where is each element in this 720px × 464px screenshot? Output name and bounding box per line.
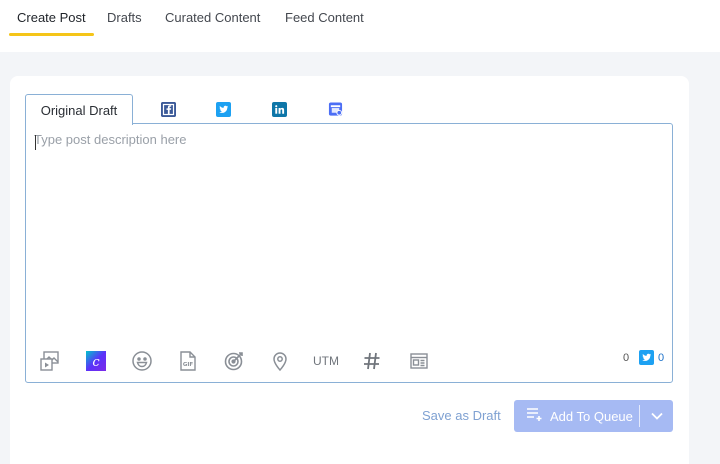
media-gallery-icon <box>39 350 61 372</box>
add-to-queue-label: Add To Queue <box>550 408 633 424</box>
gif-file-icon: GIF <box>178 350 198 372</box>
target-icon <box>223 350 245 372</box>
emoji-button[interactable] <box>129 348 155 374</box>
tab-original-draft[interactable]: Original Draft <box>25 94 133 125</box>
add-to-queue-button[interactable]: Add To Queue <box>514 400 673 432</box>
hashtag-icon <box>362 351 382 371</box>
svg-text:GIF: GIF <box>183 362 194 368</box>
tab-drafts[interactable]: Drafts <box>99 0 150 36</box>
location-pin-icon <box>270 350 290 372</box>
tab-twitter[interactable] <box>208 94 238 124</box>
editor-toolbar: c GIF UTM 0 0 <box>26 348 672 374</box>
add-to-queue-main[interactable]: Add To Queue <box>514 400 639 432</box>
twitter-icon <box>215 101 231 117</box>
utm-label: UTM <box>313 354 339 368</box>
tab-linkedin[interactable] <box>264 94 294 124</box>
tab-feed-content[interactable]: Feed Content <box>277 0 372 36</box>
twitter-character-count: 0 <box>658 352 665 364</box>
twitter-icon <box>639 350 654 370</box>
character-count: 0 <box>623 352 630 364</box>
facebook-icon <box>160 101 176 117</box>
queue-add-icon <box>526 407 544 426</box>
create-post-card: Original Draft Type post description her… <box>10 76 689 464</box>
location-button[interactable] <box>267 348 293 374</box>
hashtag-button[interactable] <box>359 348 385 374</box>
text-caret <box>35 135 36 150</box>
save-as-draft-button[interactable]: Save as Draft <box>422 408 501 423</box>
tab-google-business[interactable] <box>320 94 350 124</box>
chevron-down-icon <box>650 407 663 425</box>
tab-facebook[interactable] <box>153 94 183 124</box>
layout-preview-icon <box>409 352 429 370</box>
post-actions: Save as Draft Add To Queue <box>10 400 689 434</box>
post-editor: c GIF <box>25 123 673 383</box>
editor-network-tabs: Original Draft <box>25 94 665 125</box>
smiley-icon <box>131 350 153 372</box>
media-upload-button[interactable] <box>37 348 63 374</box>
google-business-icon <box>328 102 343 117</box>
post-description-input[interactable] <box>34 132 664 332</box>
tab-create-post[interactable]: Create Post <box>9 0 94 36</box>
canva-button[interactable]: c <box>83 348 109 374</box>
button-divider <box>639 405 640 427</box>
linkedin-icon <box>271 101 287 117</box>
target-button[interactable] <box>221 348 247 374</box>
svg-text:c: c <box>92 355 100 370</box>
tab-curated-content[interactable]: Curated Content <box>157 0 268 36</box>
queue-options-dropdown[interactable] <box>640 400 673 432</box>
top-tab-bar: Create Post Drafts Curated Content Feed … <box>0 0 720 52</box>
gif-button[interactable]: GIF <box>175 348 201 374</box>
canva-icon: c <box>86 351 106 371</box>
preview-button[interactable] <box>406 348 432 374</box>
utm-button[interactable]: UTM <box>310 348 342 374</box>
